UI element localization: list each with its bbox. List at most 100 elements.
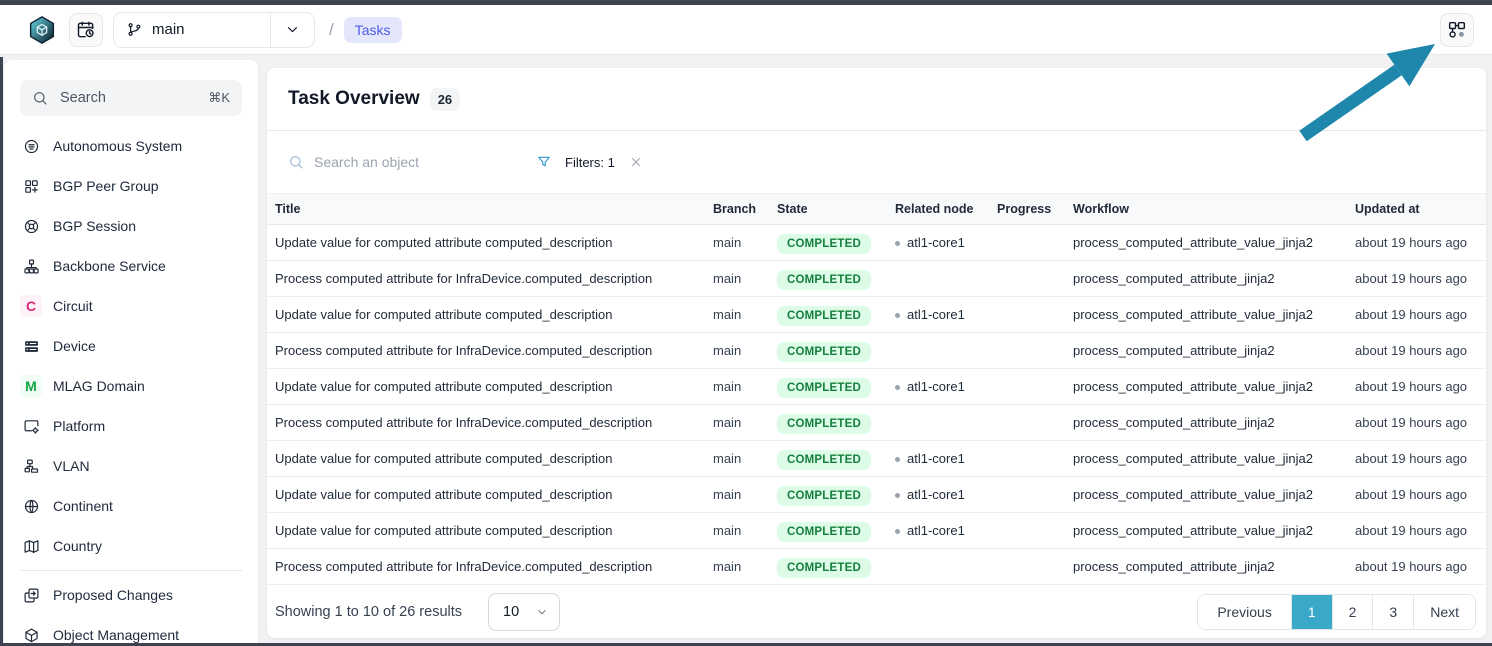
- vlan-icon: [20, 455, 42, 477]
- sidebar-nav: Autonomous System BGP Peer Group BGP Ses…: [4, 126, 258, 566]
- sidebar-item-label: Proposed Changes: [53, 587, 173, 603]
- status-badge: COMPLETED: [777, 558, 871, 578]
- sidebar-item-label: Object Management: [53, 627, 179, 643]
- task-state: COMPLETED: [769, 405, 887, 441]
- sidebar-item-continent[interactable]: Continent: [4, 486, 258, 526]
- object-search-input[interactable]: [314, 154, 494, 170]
- task-title: Process computed attribute for InfraDevi…: [267, 261, 705, 297]
- related-node-link[interactable]: atl1-core1: [907, 379, 965, 394]
- clear-filters-icon[interactable]: [629, 155, 643, 169]
- sidebar-item-backbone-service[interactable]: Backbone Service: [4, 246, 258, 286]
- table-row[interactable]: Update value for computed attribute comp…: [267, 477, 1486, 513]
- card-header: Task Overview 26: [267, 68, 1486, 131]
- page-button-1[interactable]: 1: [1291, 595, 1332, 629]
- related-node-link[interactable]: atl1-core1: [907, 523, 965, 538]
- sidebar-item-proposed-changes[interactable]: Proposed Changes: [4, 575, 258, 615]
- task-workflow: process_computed_attribute_jinja2: [1065, 549, 1347, 585]
- sidebar-item-object-management[interactable]: Object Management: [4, 615, 258, 646]
- task-updated-at: about 19 hours ago: [1347, 405, 1486, 441]
- sidebar-item-autonomous-system[interactable]: Autonomous System: [4, 126, 258, 166]
- chevron-down-icon[interactable]: [284, 21, 301, 38]
- task-updated-at: about 19 hours ago: [1347, 225, 1486, 261]
- letter-badge-m: M: [20, 375, 42, 397]
- task-workflow: process_computed_attribute_value_jinja2: [1065, 441, 1347, 477]
- page-button-2[interactable]: 2: [1332, 595, 1373, 629]
- page-button-previous[interactable]: Previous: [1198, 595, 1290, 629]
- page-size-select[interactable]: 10: [488, 593, 560, 631]
- table-row[interactable]: Update value for computed attribute comp…: [267, 513, 1486, 549]
- task-state: COMPLETED: [769, 261, 887, 297]
- task-branch: main: [705, 441, 769, 477]
- sidebar-item-bgp-peer-group[interactable]: BGP Peer Group: [4, 166, 258, 206]
- related-node-link[interactable]: atl1-core1: [907, 307, 965, 322]
- task-branch: main: [705, 297, 769, 333]
- sidebar-item-label: Autonomous System: [53, 138, 182, 154]
- calendar-clock-icon: [76, 20, 96, 40]
- table-row[interactable]: Update value for computed attribute comp…: [267, 297, 1486, 333]
- card-footer: Showing 1 to 10 of 26 results 10 Previou…: [267, 585, 1486, 638]
- column-header-branch: Branch: [705, 194, 769, 225]
- table-row[interactable]: Process computed attribute for InfraDevi…: [267, 405, 1486, 441]
- task-state: COMPLETED: [769, 297, 887, 333]
- git-branch-icon: [126, 21, 143, 38]
- time-travel-button[interactable]: [69, 13, 103, 47]
- sidebar-item-vlan[interactable]: VLAN: [4, 446, 258, 486]
- toolbar: Filters: 1: [267, 131, 1486, 193]
- task-state: COMPLETED: [769, 477, 887, 513]
- page-button-3[interactable]: 3: [1372, 595, 1413, 629]
- table-row[interactable]: Update value for computed attribute comp…: [267, 225, 1486, 261]
- task-branch: main: [705, 477, 769, 513]
- task-related-node: [887, 549, 989, 585]
- search-icon: [288, 154, 304, 170]
- breadcrumb-tasks[interactable]: Tasks: [344, 17, 402, 43]
- status-badge: COMPLETED: [777, 522, 871, 542]
- sidebar-item-label: Device: [53, 338, 96, 354]
- node-dot: [895, 457, 900, 462]
- copy-arrow-icon: [20, 584, 42, 606]
- table-row[interactable]: Process computed attribute for InfraDevi…: [267, 333, 1486, 369]
- task-overview-card: Task Overview 26 Filters: 1 TitleBranchS…: [267, 68, 1486, 638]
- infrahub-logo[interactable]: [27, 15, 57, 45]
- task-workflow: process_computed_attribute_value_jinja2: [1065, 513, 1347, 549]
- tasks-table: TitleBranchStateRelated nodeProgressWork…: [267, 193, 1486, 585]
- table-row[interactable]: Update value for computed attribute comp…: [267, 369, 1486, 405]
- search-button[interactable]: Search ⌘K: [20, 80, 242, 116]
- table-row[interactable]: Process computed attribute for InfraDevi…: [267, 261, 1486, 297]
- sidebar-item-bgp-session[interactable]: BGP Session: [4, 206, 258, 246]
- sidebar-item-label: Backbone Service: [53, 258, 166, 274]
- column-header-state: State: [769, 194, 887, 225]
- filters-label: Filters: 1: [565, 155, 615, 170]
- task-updated-at: about 19 hours ago: [1347, 549, 1486, 585]
- task-count-badge: 26: [430, 88, 460, 111]
- grid-plus-icon: [20, 175, 42, 197]
- sidebar-item-country[interactable]: Country: [4, 526, 258, 566]
- search-placeholder: Search: [60, 90, 208, 106]
- sidebar-item-mlag-domain[interactable]: M MLAG Domain: [4, 366, 258, 406]
- status-badge: COMPLETED: [777, 306, 871, 326]
- branch-selector[interactable]: main: [113, 12, 315, 48]
- chevron-down-icon: [535, 605, 549, 619]
- node-dot: [895, 241, 900, 246]
- page-button-next[interactable]: Next: [1413, 595, 1475, 629]
- task-title: Update value for computed attribute comp…: [267, 225, 705, 261]
- task-branch: main: [705, 261, 769, 297]
- schema-visualizer-button[interactable]: [1440, 13, 1474, 47]
- task-progress: [989, 261, 1065, 297]
- related-node-link[interactable]: atl1-core1: [907, 451, 965, 466]
- column-header-progress: Progress: [989, 194, 1065, 225]
- sidebar-footer-nav: Proposed Changes Object Management: [4, 575, 258, 646]
- table-row[interactable]: Process computed attribute for InfraDevi…: [267, 549, 1486, 585]
- filter-funnel-icon[interactable]: [536, 154, 552, 170]
- related-node-link[interactable]: atl1-core1: [907, 487, 965, 502]
- table-row[interactable]: Update value for computed attribute comp…: [267, 441, 1486, 477]
- task-updated-at: about 19 hours ago: [1347, 441, 1486, 477]
- sidebar-item-platform[interactable]: Platform: [4, 406, 258, 446]
- sidebar-item-device[interactable]: Device: [4, 326, 258, 366]
- task-progress: [989, 297, 1065, 333]
- letter-badge-c: C: [20, 295, 42, 317]
- task-title: Update value for computed attribute comp…: [267, 477, 705, 513]
- related-node-link[interactable]: atl1-core1: [907, 235, 965, 250]
- task-related-node: atl1-core1: [887, 441, 989, 477]
- sidebar-item-circuit[interactable]: C Circuit: [4, 286, 258, 326]
- wheel-icon: [20, 215, 42, 237]
